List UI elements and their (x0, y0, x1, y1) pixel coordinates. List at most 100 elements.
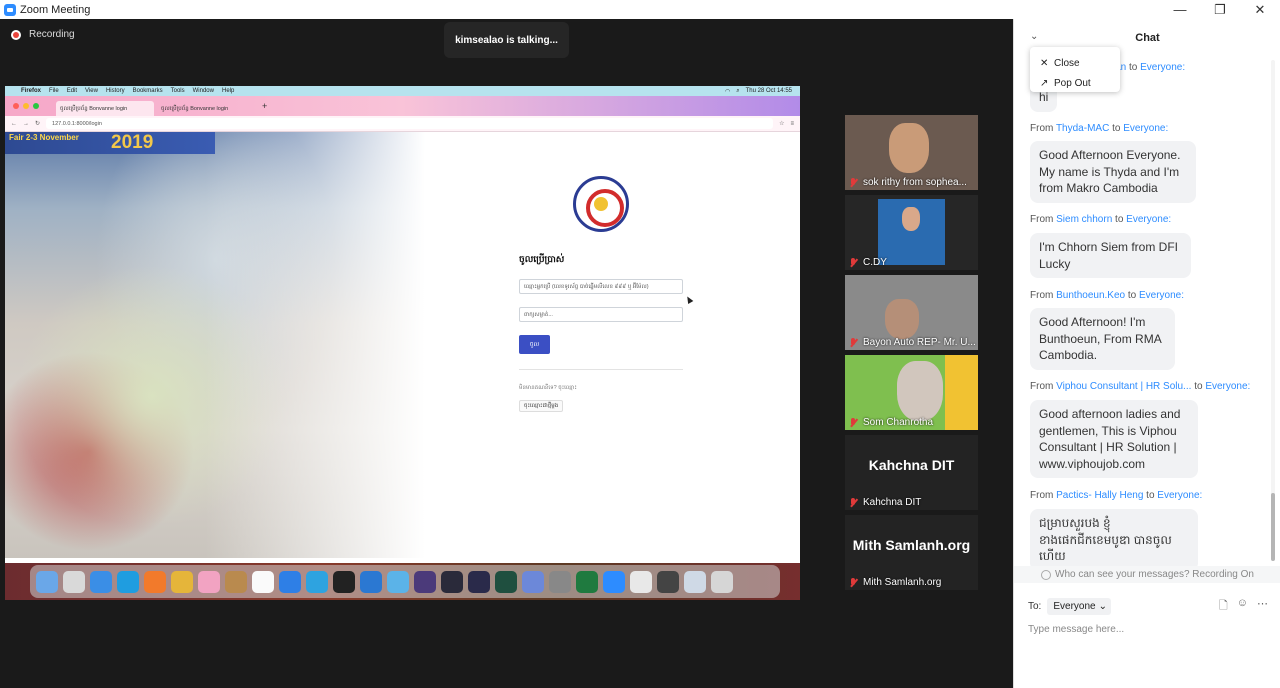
message-sender-line: From Bunthoeun.Keo to Everyone: (1030, 290, 1185, 301)
menu-bookmarks: Bookmarks (132, 88, 163, 94)
close-window-button[interactable]: ✕ (1240, 0, 1280, 19)
minimize-button[interactable]: — (1160, 0, 1200, 19)
message-sender-line: From Siem chhorn to Everyone: (1030, 214, 1172, 225)
window-traffic-lights (13, 103, 39, 109)
menu-help: Help (221, 88, 235, 94)
maximize-button[interactable]: ❐ (1200, 0, 1240, 19)
url-bar: 127.0.0.1:8000/login (46, 118, 774, 129)
login-button: ចូល (519, 335, 550, 354)
recording-label: Recording (29, 29, 75, 40)
close-dot-icon (13, 103, 19, 109)
browser-tabbar: ចូលប្រើប្រព័ន្ធ Bonvanne login ចូលប្រើប្… (5, 96, 800, 116)
menu-history: History (105, 88, 125, 94)
participant-tile[interactable]: C.DY (845, 195, 978, 270)
chat-actions: 🗋 ☺ ⋯ (1219, 597, 1268, 616)
participant-background (945, 355, 978, 430)
phpstorm-icon (441, 570, 463, 593)
more-icon[interactable]: ⋯ (1257, 597, 1268, 616)
message-bubble: ជម្រាបសួរបង ខ្ញុំខាងផេកជីកខេមបូឌា បានចូល… (1030, 509, 1198, 571)
banner-year: 2019 (111, 132, 154, 153)
photo-fade (205, 132, 425, 558)
menu-item-close[interactable]: ✕ Close (1030, 53, 1120, 73)
participant-name: Mith Samlanh.org (849, 577, 941, 588)
people-icon (1041, 569, 1051, 580)
participant-video (897, 361, 943, 421)
participant-video (889, 123, 929, 173)
new-tab-icon: + (262, 101, 268, 111)
login-title: ចូលប្រើប្រាស់ (519, 254, 565, 264)
wifi-icon: ◠ (725, 88, 731, 95)
emoji-icon[interactable]: ☺ (1237, 597, 1248, 616)
menu-tools: Tools (170, 88, 185, 94)
participant-tile[interactable]: Som Chanrotha (845, 355, 978, 430)
participant-tile[interactable]: sok rithy from sophea... (845, 115, 978, 190)
preview-icon (684, 570, 706, 593)
message-sender-line: From Pactics- Hally Heng to Everyone: (1030, 490, 1203, 501)
participant-tile[interactable]: Mith Samlanh.org Mith Samlanh.org (845, 515, 978, 590)
browser-tab: ចូលប្រើប្រព័ន្ធ Bonvanne login (161, 105, 229, 112)
password-field: ពាក្យសម្ងាត់... (519, 307, 683, 322)
edge-icon (117, 570, 139, 593)
clock-text: Thu 28 Oct 14:55 (745, 87, 792, 94)
browser-menu-icon: ≡ (790, 120, 794, 127)
close-icon: ✕ (1040, 57, 1049, 69)
menu-edit: Edit (66, 88, 78, 94)
chat-scrollbar-track[interactable] (1271, 60, 1275, 560)
browser-tab-active: ចូលប្រើប្រព័ន្ធ Bonvanne login (56, 101, 154, 116)
participant-tile[interactable]: Bayon Auto REP- Mr. U... (845, 275, 978, 350)
message-input[interactable] (1028, 619, 1268, 639)
mic-muted-icon (849, 177, 858, 188)
chat-title: Chat (1135, 32, 1160, 44)
register-button: ចុះឈ្មោះជាថ្មីម្ដង (519, 400, 564, 412)
divider (519, 369, 683, 370)
document-icon (630, 570, 652, 593)
launchpad-icon (63, 570, 85, 593)
mic-muted-icon (849, 417, 858, 428)
participant-name: C.DY (849, 257, 887, 268)
chat-messages[interactable]: Wan to Everyone: hi From Thyda-MAC to Ev… (1014, 59, 1272, 574)
message-visibility-note[interactable]: Who can see your messages? Recording On (1014, 566, 1280, 583)
chat-panel: ⌄ Chat ✕Close ↗Pop Out Wan to Everyone: … (1013, 19, 1280, 688)
org-logo-icon (573, 176, 629, 232)
participant-name: Bayon Auto REP- Mr. U... (849, 337, 976, 348)
message-sender-line: From Thyda-MAC to Everyone: (1030, 123, 1169, 134)
safari-icon (90, 570, 112, 593)
participant-video (885, 299, 919, 339)
back-icon: ← (11, 120, 17, 127)
forward-icon: → (23, 120, 29, 127)
participant-name: Som Chanrotha (849, 417, 933, 428)
menu-view: View (85, 88, 98, 94)
zoom-app-icon (4, 3, 16, 16)
sequel-icon (549, 570, 571, 593)
window-controls: — ❐ ✕ (1160, 0, 1280, 19)
participant-tile[interactable]: Kahchna DIT Kahchna DIT (845, 435, 978, 510)
message-bubble: I'm Chhorn Siem from DFI Lucky (1030, 233, 1191, 278)
menu-app-name: Firefox (21, 88, 42, 94)
participant-face (902, 207, 920, 231)
mic-muted-icon (849, 497, 858, 508)
menu-item-pop-out[interactable]: ↗ Pop Out (1030, 73, 1120, 93)
recipient-row: To: Everyone ⌄ 🗋 ☺ ⋯ (1028, 597, 1268, 615)
pycharm-icon (495, 570, 517, 593)
recipient-select[interactable]: Everyone ⌄ (1047, 597, 1111, 615)
chat-scrollbar-thumb[interactable] (1271, 493, 1275, 561)
trash-icon (711, 570, 733, 593)
file-icon[interactable]: 🗋 (1219, 597, 1228, 616)
recording-indicator[interactable]: Recording (11, 29, 75, 40)
mic-muted-icon (849, 337, 858, 348)
shared-screen[interactable]: Firefox File Edit View History Bookmarks… (5, 86, 800, 582)
vscode-icon (360, 570, 382, 593)
pop-out-icon: ↗ (1040, 77, 1049, 89)
to-label: To: (1028, 600, 1042, 612)
chevron-down-icon: ⌄ (1098, 600, 1107, 612)
mic-muted-icon (849, 577, 858, 588)
calendar-icon (252, 570, 274, 593)
window-title: Zoom Meeting (20, 3, 91, 16)
package-icon (522, 570, 544, 593)
mac-menubar: Firefox File Edit View History Bookmarks… (5, 86, 800, 96)
event-banner: Fair 2-3 November 2019 (5, 132, 215, 154)
chat-options-menu: ✕ Close ↗ Pop Out (1030, 47, 1120, 92)
register-prompt: មិនមានគណនីទេ? ចុះឈ្មោះ (519, 385, 577, 391)
zoom-dot-icon (33, 103, 39, 109)
reload-icon: ↻ (35, 121, 41, 127)
